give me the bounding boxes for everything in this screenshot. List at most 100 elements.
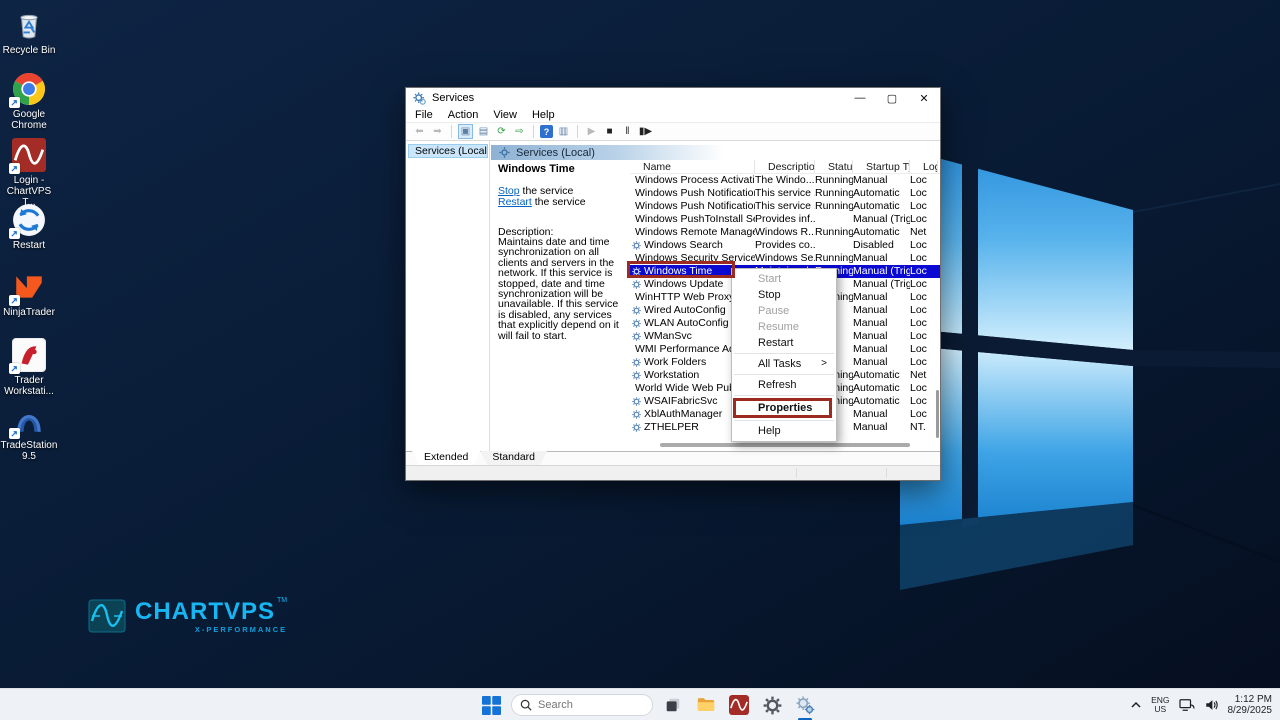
- menu-action[interactable]: Action: [448, 109, 479, 121]
- show-action-pane-icon[interactable]: ▥: [556, 124, 571, 139]
- menu-file[interactable]: File: [415, 109, 433, 121]
- cell-startup-type: Automatic: [853, 226, 900, 238]
- service-name-text: Windows Time: [644, 265, 713, 277]
- desktop-icon-login-chartvps[interactable]: Login - ChartVPS T...: [0, 138, 58, 208]
- submenu-arrow-icon: >: [821, 358, 827, 369]
- language-indicator[interactable]: ENG US: [1151, 696, 1169, 714]
- search-icon: [520, 699, 532, 711]
- cell-log-on_as: NT.: [910, 421, 926, 433]
- clock[interactable]: 1:12 PM 8/29/2025: [1228, 694, 1273, 716]
- list-header: ^ NameDescriptionStatusStartup TypeLog: [630, 160, 940, 174]
- menu-help[interactable]: Help: [532, 109, 555, 121]
- context-menu-separator: [734, 374, 834, 375]
- column-header-description[interactable]: Description: [755, 160, 815, 173]
- column-header-startup-type[interactable]: Startup Type: [853, 160, 910, 173]
- desktop-icon-restart[interactable]: Restart: [0, 203, 58, 251]
- cell-log-on_as: Loc: [910, 265, 927, 277]
- cell-startup-type: Manual: [853, 252, 888, 264]
- restart-service-icon[interactable]: ▮▶: [638, 124, 653, 139]
- tool-bar: ⬅ ➡ ▣ ▤ ⟳ ⇨? ▥ ▶ ■ ‖ ▮▶: [406, 123, 940, 141]
- restart-service-link[interactable]: Restart: [498, 196, 532, 208]
- vertical-scrollbar[interactable]: [936, 390, 939, 438]
- service-row-windows-security-service[interactable]: Windows Security ServiceWindows Se...Run…: [630, 252, 940, 265]
- search-input[interactable]: [538, 699, 638, 711]
- file-explorer-button[interactable]: [693, 692, 719, 718]
- brand-name: CHARTVPS: [135, 598, 276, 625]
- description-text: Maintains date and time synchronization …: [498, 236, 619, 342]
- context-menu-refresh[interactable]: Refresh: [732, 377, 836, 393]
- toolbar-separator: [533, 125, 534, 138]
- service-name-text: Windows Search: [644, 239, 723, 251]
- desktop-icon-ninjatrader[interactable]: NinjaTrader: [0, 270, 58, 318]
- desktop-icon-google-chrome[interactable]: Google Chrome: [0, 72, 58, 131]
- column-header-log[interactable]: Log: [910, 160, 938, 173]
- forward-icon[interactable]: ➡: [430, 124, 445, 139]
- cell-log-on_as: Net: [910, 369, 927, 381]
- context-menu-separator: [734, 395, 834, 396]
- services-app-button[interactable]: [792, 692, 818, 720]
- tree-item-services-local[interactable]: Services (Local): [408, 144, 488, 158]
- cell-status: [815, 213, 853, 226]
- maximize-button[interactable]: ▢: [876, 88, 908, 108]
- cell-startup-type: Automatic: [853, 382, 900, 394]
- context-menu-separator: [734, 420, 834, 421]
- tab-extended[interactable]: Extended: [412, 451, 480, 465]
- context-menu-restart[interactable]: Restart: [732, 335, 836, 351]
- export-list-icon[interactable]: ⇨: [512, 124, 527, 139]
- cell-name: Windows Remote Manage...: [630, 226, 755, 239]
- start-button[interactable]: [478, 692, 504, 718]
- brand-subtitle: X-PERFORMANCE: [194, 625, 288, 634]
- pause-service-icon[interactable]: ‖: [620, 124, 635, 139]
- refresh-icon[interactable]: ⟳: [494, 124, 509, 139]
- tray-chevron-up-icon[interactable]: [1130, 699, 1142, 711]
- minimize-button[interactable]: —: [844, 88, 876, 108]
- toolbar-separator: [577, 125, 578, 138]
- network-icon[interactable]: [1178, 698, 1195, 712]
- desktop-icon-trader-workstation[interactable]: Trader Workstati...: [0, 337, 58, 397]
- cell-description: Provides co...: [755, 239, 815, 251]
- cell-log-on_as: Loc: [910, 278, 927, 290]
- service-row-windows-search[interactable]: Windows Search Provides co... Disabled Loc: [630, 239, 940, 252]
- cell-status: Running: [815, 226, 853, 238]
- back-icon[interactable]: ⬅: [412, 124, 427, 139]
- cell-startup-type: Manual (Trig...: [853, 213, 910, 225]
- context-menu-properties[interactable]: Properties: [733, 398, 832, 418]
- service-gear-icon: [632, 267, 641, 276]
- desktop-icon-tradestation[interactable]: TradeStation 9.5: [0, 403, 58, 462]
- task-view-button[interactable]: [660, 692, 686, 718]
- service-row-windows-process-activatio[interactable]: Windows Process Activatio...The Windo...…: [630, 174, 940, 187]
- service-name-text: XblAuthManager: [644, 408, 723, 420]
- taskbar-search[interactable]: [511, 694, 653, 716]
- cell-status: Running: [815, 174, 853, 186]
- column-header-name[interactable]: Name: [630, 160, 755, 173]
- close-button[interactable]: ✕: [908, 88, 940, 108]
- volume-icon[interactable]: [1204, 698, 1219, 712]
- desktop-icon-label: Google Chrome: [11, 109, 47, 131]
- service-row-windows-remote-manage[interactable]: Windows Remote Manage... Windows R... Runn…: [630, 226, 940, 239]
- selected-service-name: Windows Time: [498, 163, 575, 175]
- window-title: Services: [432, 92, 475, 104]
- context-menu-stop[interactable]: Stop: [732, 287, 836, 303]
- cell-startup-type: Manual: [853, 356, 888, 368]
- chartvps-logo: CHARTVPS TM X-PERFORMANCE: [88, 597, 288, 634]
- cell-startup-type: Manual: [853, 330, 888, 342]
- menu-view[interactable]: View: [493, 109, 517, 121]
- show-console-tree-icon[interactable]: ▣: [458, 124, 473, 139]
- stop-service-icon[interactable]: ■: [602, 124, 617, 139]
- desktop-icon-label: NinjaTrader: [3, 307, 55, 318]
- column-header-status[interactable]: Status: [815, 160, 853, 173]
- service-row-windows-push-notification[interactable]: Windows Push Notification... This service…: [630, 187, 940, 200]
- desktop-icon-recycle-bin[interactable]: Recycle Bin: [0, 8, 58, 56]
- properties-icon[interactable]: ▤: [476, 124, 491, 139]
- service-row-windows-pushtoinstall-serv[interactable]: Windows PushToInstall Serv...Provides in…: [630, 213, 940, 226]
- service-row-windows-push-notification[interactable]: Windows Push Notification... This service…: [630, 200, 940, 213]
- context-menu-all-tasks[interactable]: All Tasks >: [732, 356, 836, 372]
- tab-standard[interactable]: Standard: [480, 451, 547, 465]
- horizontal-scrollbar[interactable]: [660, 443, 910, 447]
- start-service-icon[interactable]: ▶: [584, 124, 599, 139]
- help-icon[interactable]: ?: [540, 125, 553, 138]
- chartvps-app-button[interactable]: [726, 692, 752, 718]
- context-menu-help[interactable]: Help: [732, 423, 836, 439]
- settings-button[interactable]: [759, 692, 785, 718]
- title-bar[interactable]: Services — ▢ ✕: [406, 88, 940, 108]
